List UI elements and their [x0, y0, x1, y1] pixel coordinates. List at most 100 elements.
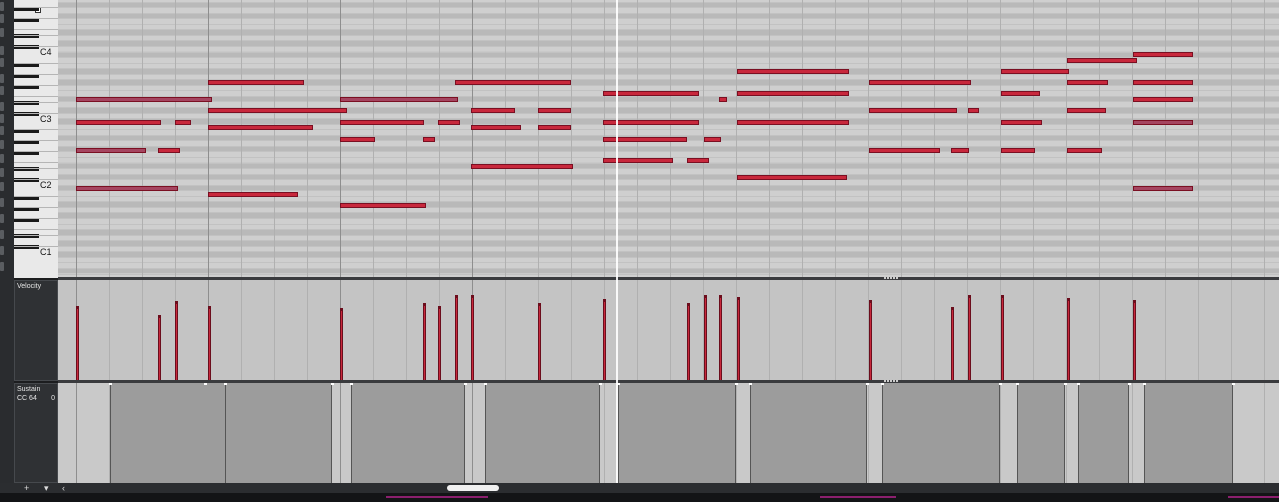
sustain-point[interactable] — [350, 383, 353, 385]
midi-note[interactable] — [1133, 120, 1193, 125]
sustain-block[interactable] — [618, 383, 736, 483]
midi-note[interactable] — [1133, 97, 1193, 102]
sustain-point[interactable] — [1232, 383, 1235, 385]
sustain-point[interactable] — [735, 383, 738, 385]
sustain-block[interactable] — [1144, 383, 1233, 483]
velocity-lane[interactable] — [58, 280, 1279, 381]
velocity-handle[interactable] — [471, 296, 474, 298]
midi-note[interactable] — [208, 108, 347, 113]
midi-note[interactable] — [737, 120, 849, 125]
sustain-point[interactable] — [1064, 383, 1067, 385]
velocity-bar[interactable] — [869, 300, 872, 381]
toolstrip-button[interactable] — [0, 46, 4, 55]
sustain-block[interactable] — [1017, 383, 1065, 483]
midi-note[interactable] — [538, 108, 571, 113]
velocity-handle[interactable] — [455, 296, 458, 298]
velocity-bar[interactable] — [951, 307, 954, 381]
midi-note[interactable] — [340, 137, 375, 142]
velocity-handle[interactable] — [208, 307, 211, 309]
toolstrip-button[interactable] — [0, 198, 4, 207]
velocity-bar[interactable] — [968, 295, 971, 381]
sustain-point[interactable] — [109, 383, 112, 385]
velocity-bar[interactable] — [340, 308, 343, 381]
midi-note[interactable] — [538, 125, 571, 130]
velocity-handle[interactable] — [869, 301, 872, 303]
sustain-point[interactable] — [881, 383, 884, 385]
midi-note[interactable] — [719, 97, 727, 102]
midi-note[interactable] — [1067, 58, 1137, 63]
velocity-bar[interactable] — [603, 299, 606, 381]
toolstrip-button[interactable] — [0, 182, 4, 191]
velocity-bar[interactable] — [76, 306, 79, 381]
sustain-point[interactable] — [1077, 383, 1080, 385]
velocity-handle[interactable] — [423, 304, 426, 306]
midi-note[interactable] — [76, 97, 212, 102]
midi-note[interactable] — [869, 108, 957, 113]
toolstrip-button[interactable] — [0, 262, 4, 271]
piano-keyboard[interactable]: C4 C3 C2 C1 — [14, 0, 59, 278]
toolstrip-button[interactable] — [0, 2, 4, 11]
midi-note[interactable] — [208, 125, 313, 130]
midi-note[interactable] — [869, 80, 971, 85]
toolstrip-button[interactable] — [0, 102, 4, 111]
midi-note[interactable] — [340, 203, 426, 208]
midi-note[interactable] — [951, 148, 969, 153]
sustain-point[interactable] — [1016, 383, 1019, 385]
sustain-point[interactable] — [484, 383, 487, 385]
velocity-bar[interactable] — [158, 315, 161, 381]
midi-note[interactable] — [737, 91, 849, 96]
sustain-lane-header[interactable]: Sustain CC 64 0 — [14, 383, 58, 483]
midi-note[interactable] — [471, 164, 573, 169]
midi-note[interactable] — [1067, 108, 1106, 113]
midi-note[interactable] — [1001, 120, 1042, 125]
velocity-handle[interactable] — [158, 316, 161, 318]
toolstrip-button[interactable] — [0, 230, 4, 239]
sustain-block[interactable] — [225, 383, 332, 483]
midi-note[interactable] — [76, 186, 178, 191]
toolstrip-button[interactable] — [0, 14, 4, 23]
midi-note[interactable] — [76, 148, 146, 153]
sustain-point[interactable] — [1128, 383, 1131, 385]
toolstrip-button[interactable] — [0, 126, 4, 135]
velocity-bar[interactable] — [719, 295, 722, 381]
midi-note[interactable] — [158, 148, 180, 153]
velocity-handle[interactable] — [603, 300, 606, 302]
midi-note[interactable] — [76, 120, 161, 125]
midi-note[interactable] — [869, 148, 940, 153]
scroll-left-arrow-icon[interactable]: ‹ — [62, 483, 65, 493]
midi-note[interactable] — [603, 158, 673, 163]
velocity-handle[interactable] — [704, 296, 707, 298]
sustain-point[interactable] — [866, 383, 869, 385]
velocity-bar[interactable] — [423, 303, 426, 381]
midi-note[interactable] — [340, 97, 458, 102]
toolstrip-button[interactable] — [0, 74, 4, 83]
midi-note[interactable] — [208, 192, 298, 197]
lane-menu-dropdown[interactable]: ▾ — [44, 483, 49, 493]
velocity-bar[interactable] — [471, 295, 474, 381]
velocity-handle[interactable] — [968, 296, 971, 298]
toolstrip-button[interactable] — [0, 28, 4, 37]
midi-note[interactable] — [340, 120, 424, 125]
sustain-block[interactable] — [485, 383, 600, 483]
divider-grip-icon[interactable] — [884, 277, 898, 279]
sustain-point[interactable] — [331, 383, 334, 385]
add-lane-button[interactable]: + — [24, 483, 29, 493]
midi-note[interactable] — [438, 120, 460, 125]
midi-note[interactable] — [471, 108, 515, 113]
midi-note[interactable] — [1001, 91, 1040, 96]
velocity-handle[interactable] — [719, 296, 722, 298]
sustain-block[interactable] — [1078, 383, 1129, 483]
sustain-lane[interactable] — [58, 383, 1279, 483]
toolstrip-button[interactable] — [0, 86, 4, 95]
toolstrip-button[interactable] — [0, 246, 4, 255]
toolstrip-button[interactable] — [0, 114, 4, 123]
midi-note[interactable] — [175, 120, 191, 125]
toolstrip-button[interactable] — [0, 154, 4, 163]
note-grid[interactable] — [58, 0, 1279, 278]
velocity-bar[interactable] — [704, 295, 707, 381]
velocity-handle[interactable] — [951, 308, 954, 310]
sustain-point[interactable] — [224, 383, 227, 385]
sustain-point[interactable] — [204, 383, 207, 385]
velocity-handle[interactable] — [737, 298, 740, 300]
velocity-bar[interactable] — [1133, 300, 1136, 381]
